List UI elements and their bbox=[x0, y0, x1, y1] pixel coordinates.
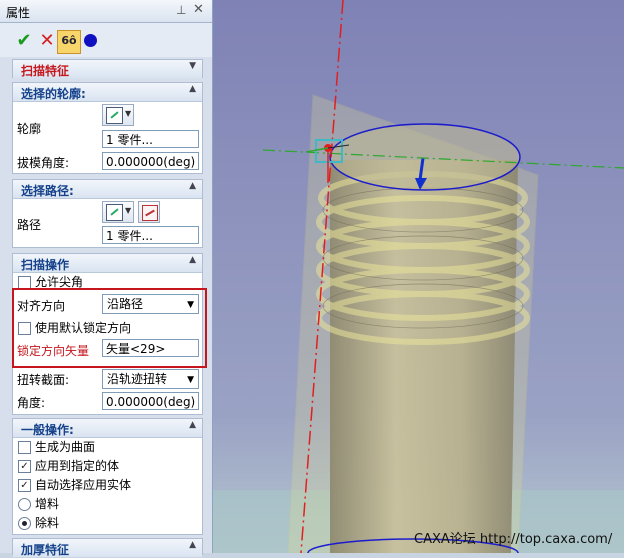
chevron-down-icon[interactable]: ▼ bbox=[189, 61, 196, 71]
profile-section: 选择的轮廓: ▲ 轮廓 ▼ 1 零件... 拔模角度: 0.000000(deg… bbox=[12, 82, 203, 174]
path-section-title: 选择路径: bbox=[21, 184, 74, 198]
property-panel: 属性 ⊥ ✕ ✔ ✕ 6ô 扫描特征 ▼ 选择的轮廓: ▲ 轮廓 ▼ 1 零件.… bbox=[0, 0, 213, 557]
path-curve-button[interactable] bbox=[138, 201, 160, 223]
chevron-down-icon: ▼ bbox=[125, 109, 132, 118]
edit-select-icon bbox=[106, 107, 123, 124]
remove-material-radio[interactable] bbox=[18, 517, 31, 530]
add-material-radio[interactable] bbox=[18, 498, 31, 511]
panel-toolbar: ✔ ✕ 6ô bbox=[0, 23, 212, 57]
chevron-up-icon[interactable]: ▲ bbox=[189, 540, 196, 550]
panel-title-bar: 属性 ⊥ ✕ bbox=[0, 0, 212, 23]
preview-glasses-button[interactable]: 6ô bbox=[57, 30, 81, 54]
check-icon[interactable]: ✔ bbox=[14, 31, 34, 51]
thicken-section[interactable]: 加厚特征 ▲ bbox=[12, 538, 203, 557]
general-section-header[interactable]: 一般操作: ▲ bbox=[13, 419, 202, 438]
chevron-up-icon[interactable]: ▲ bbox=[189, 181, 196, 191]
profile-field[interactable]: 1 零件... bbox=[102, 130, 199, 148]
cross-icon[interactable]: ✕ bbox=[37, 31, 57, 51]
apply-body-label: 应用到指定的体 bbox=[35, 459, 120, 473]
edit-select-icon bbox=[106, 204, 123, 221]
sweep-section-title: 扫描操作 bbox=[21, 258, 70, 272]
chevron-up-icon[interactable]: ▲ bbox=[189, 255, 196, 265]
chevron-up-icon[interactable]: ▲ bbox=[189, 420, 196, 430]
twist-section-value: 沿轨迹扭转 bbox=[107, 372, 168, 386]
chevron-down-icon: ▼ bbox=[125, 206, 132, 215]
curve-icon bbox=[142, 205, 158, 221]
close-icon[interactable]: ✕ bbox=[193, 2, 204, 17]
profile-label: 轮廓 bbox=[17, 122, 42, 136]
path-section-header[interactable]: 选择路径: ▲ bbox=[13, 180, 202, 199]
highlight-frame bbox=[12, 288, 207, 368]
add-material-label: 增料 bbox=[35, 497, 60, 511]
viewport-canvas[interactable] bbox=[213, 0, 624, 553]
chevron-down-icon: ▼ bbox=[187, 375, 194, 385]
forum-watermark: CAXA论坛 http://top.caxa.com/ bbox=[414, 532, 613, 547]
angle-field[interactable]: 0.000000(deg) bbox=[102, 392, 199, 410]
path-field[interactable]: 1 零件... bbox=[102, 226, 199, 244]
panel-title: 属性 bbox=[6, 6, 31, 20]
auto-select-checkbox[interactable]: ✓ bbox=[18, 479, 31, 492]
remove-material-label: 除料 bbox=[35, 516, 60, 530]
general-section-title: 一般操作: bbox=[21, 423, 74, 437]
feature-header[interactable]: 扫描特征 ▼ bbox=[12, 59, 203, 78]
twist-section-select[interactable]: 沿轨迹扭转 ▼ bbox=[102, 369, 199, 389]
twist-section-label: 扭转截面: bbox=[17, 373, 70, 387]
feature-title: 扫描特征 bbox=[21, 64, 70, 78]
general-section: 一般操作: ▲ 生成为曲面 ✓ 应用到指定的体 ✓ 自动选择应用实体 增料 除料 bbox=[12, 418, 203, 535]
path-section: 选择路径: ▲ 路径 ▼ 1 零件... bbox=[12, 179, 203, 248]
gen-surface-checkbox[interactable] bbox=[18, 441, 31, 454]
pick-profile-button[interactable]: ▼ bbox=[102, 104, 134, 126]
gen-surface-label: 生成为曲面 bbox=[35, 440, 96, 454]
path-label: 路径 bbox=[17, 218, 42, 232]
sweep-section-header[interactable]: 扫描操作 ▲ bbox=[13, 254, 202, 273]
thicken-section-title: 加厚特征 bbox=[21, 543, 70, 557]
blue-dot-icon[interactable] bbox=[84, 34, 97, 47]
auto-select-label: 自动选择应用实体 bbox=[35, 478, 132, 492]
apply-body-checkbox[interactable]: ✓ bbox=[18, 460, 31, 473]
profile-section-title: 选择的轮廓: bbox=[21, 87, 86, 101]
pin-icon[interactable]: ⊥ bbox=[176, 3, 186, 17]
chevron-up-icon[interactable]: ▲ bbox=[189, 84, 196, 94]
draft-angle-label: 拔模角度: bbox=[17, 156, 70, 170]
3d-viewport[interactable]: CAXA论坛 http://top.caxa.com/ bbox=[213, 0, 624, 553]
pick-path-button[interactable]: ▼ bbox=[102, 201, 134, 223]
angle-label: 角度: bbox=[17, 396, 46, 410]
draft-angle-field[interactable]: 0.000000(deg) bbox=[102, 152, 199, 170]
profile-section-header[interactable]: 选择的轮廓: ▲ bbox=[13, 83, 202, 102]
